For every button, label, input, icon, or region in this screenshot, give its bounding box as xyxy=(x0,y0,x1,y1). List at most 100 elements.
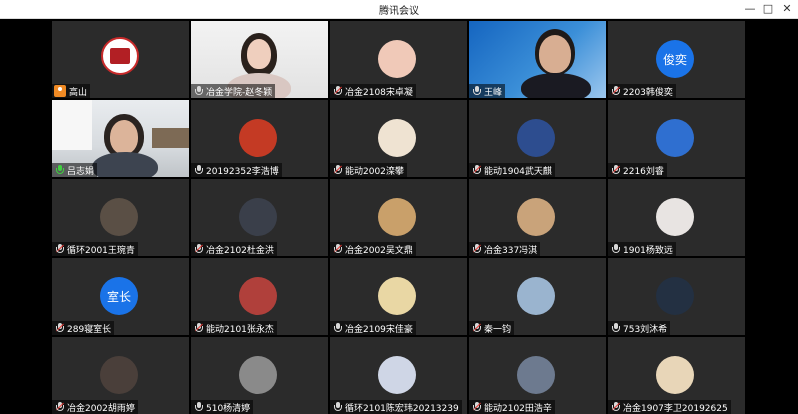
participant-tile[interactable]: 冶金2109宋佳豪 xyxy=(330,258,467,335)
participant-name-bar: 王峰 xyxy=(469,84,506,98)
participant-name-bar: 20192352李浩博 xyxy=(191,163,282,177)
avatar xyxy=(656,198,694,236)
participant-name: 能动1904武天麒 xyxy=(484,166,552,177)
avatar xyxy=(378,40,416,78)
participant-name: 冶金学院-赵冬颖 xyxy=(206,87,273,98)
participant-name-bar: 冶金2108宋卓凝 xyxy=(330,84,416,98)
participant-name-bar: 冶金2102杜金洪 xyxy=(191,242,277,256)
participant-name-bar: 吕志娟 xyxy=(52,163,98,177)
participant-name-bar: 能动2002滦攀 xyxy=(330,163,407,177)
participant-name-bar: 2216刘睿 xyxy=(608,163,667,177)
participant-tile[interactable]: 能动2101张永杰 xyxy=(191,258,328,335)
participant-name-bar: 冶金2002吴文鼎 xyxy=(330,242,416,256)
maximize-button[interactable]: □ xyxy=(758,1,778,17)
participant-tile[interactable]: 王峰 xyxy=(469,21,606,98)
participant-name: 吕志娟 xyxy=(67,166,95,177)
mic-muted-icon xyxy=(472,323,482,333)
university-logo-icon xyxy=(101,37,139,75)
participant-name: 753刘沐希 xyxy=(623,324,668,335)
participant-tile[interactable]: 1901杨致远 xyxy=(608,179,745,256)
mic-icon xyxy=(333,323,343,333)
mic-muted-icon xyxy=(333,86,343,96)
participant-name-bar: 2203韩俊奕 xyxy=(608,84,676,98)
participant-name-bar: 冶金学院-赵冬颖 xyxy=(191,84,276,98)
participant-tile[interactable]: 冶金2002吴文鼎 xyxy=(330,179,467,256)
mic-icon xyxy=(472,86,482,96)
school-watermark xyxy=(477,25,527,35)
mic-muted-icon xyxy=(55,402,65,412)
participant-name-bar: 冶金2109宋佳豪 xyxy=(330,321,416,335)
mic-muted-icon xyxy=(55,244,65,254)
avatar xyxy=(239,277,277,315)
avatar xyxy=(239,356,277,394)
minimize-button[interactable]: — xyxy=(740,1,760,17)
mic-muted-icon xyxy=(611,402,621,412)
participant-name: 冶金337冯淇 xyxy=(484,245,538,256)
avatar xyxy=(378,198,416,236)
participant-tile[interactable]: 510杨清婷 xyxy=(191,337,328,414)
avatar xyxy=(517,277,555,315)
participant-tile[interactable]: 20192352李浩博 xyxy=(191,100,328,177)
mic-icon xyxy=(194,165,204,175)
participant-tile[interactable]: 循环2101陈宏玮20213239 xyxy=(330,337,467,414)
participant-tile[interactable]: 冶金2102杜金洪 xyxy=(191,179,328,256)
participant-tile[interactable]: 秦一钧 xyxy=(469,258,606,335)
participant-name: 能动2101张永杰 xyxy=(206,324,274,335)
participant-tile[interactable]: 2216刘睿 xyxy=(608,100,745,177)
participant-name: 冶金2108宋卓凝 xyxy=(345,87,413,98)
mic-muted-icon xyxy=(194,323,204,333)
participant-name: 1901杨致远 xyxy=(623,245,673,256)
meeting-view: 高山 冶金学院-赵冬颖 冶金2108宋卓凝 王峰 俊奕 2203韩俊奕吕志娟 2019235… xyxy=(0,19,798,414)
participant-name: 秦一钧 xyxy=(484,324,512,335)
avatar xyxy=(656,356,694,394)
left-margin xyxy=(0,19,52,412)
participant-tile[interactable]: 吕志娟 xyxy=(52,100,189,177)
participant-tile[interactable]: 室长 289寝室长 xyxy=(52,258,189,335)
participant-tile[interactable]: 753刘沐希 xyxy=(608,258,745,335)
mic-muted-icon xyxy=(472,402,482,412)
participant-tile[interactable]: 能动2002滦攀 xyxy=(330,100,467,177)
participant-tile[interactable]: 冶金2108宋卓凝 xyxy=(330,21,467,98)
participant-name: 高山 xyxy=(69,87,88,98)
mic-muted-icon xyxy=(194,244,204,254)
participant-name: 王峰 xyxy=(484,87,503,98)
participant-name: 2203韩俊奕 xyxy=(623,87,673,98)
mic-muted-icon xyxy=(333,165,343,175)
participant-tile[interactable]: 冶金1907李卫20192625 xyxy=(608,337,745,414)
mic-icon xyxy=(611,244,621,254)
participant-name: 冶金2002吴文鼎 xyxy=(345,245,413,256)
avatar xyxy=(239,198,277,236)
window-title: 腾讯会议 xyxy=(379,6,419,17)
participant-tile[interactable]: 冶金337冯淇 xyxy=(469,179,606,256)
participant-tile[interactable]: 能动2102田浩辛 xyxy=(469,337,606,414)
participant-tile[interactable]: 冶金学院-赵冬颖 xyxy=(191,21,328,98)
avatar xyxy=(656,277,694,315)
participant-tile[interactable]: 高山 xyxy=(52,21,189,98)
avatar xyxy=(378,356,416,394)
mic-muted-icon xyxy=(55,323,65,333)
participant-name: 冶金2109宋佳豪 xyxy=(345,324,413,335)
participant-name-bar: 循环2001王琬青 xyxy=(52,242,138,256)
participant-grid: 高山 冶金学院-赵冬颖 冶金2108宋卓凝 王峰 俊奕 2203韩俊奕吕志娟 2019235… xyxy=(52,19,746,414)
participant-name-bar: 753刘沐希 xyxy=(608,321,671,335)
mic-muted-icon xyxy=(611,86,621,96)
participant-name: 289寝室长 xyxy=(67,324,112,335)
participant-name-bar: 高山 xyxy=(52,84,91,98)
participant-tile[interactable]: 俊奕 2203韩俊奕 xyxy=(608,21,745,98)
close-button[interactable]: ✕ xyxy=(777,1,797,17)
participant-name: 循环2001王琬青 xyxy=(67,245,135,256)
mic-muted-icon xyxy=(472,165,482,175)
avatar xyxy=(656,119,694,157)
participant-tile[interactable]: 循环2001王琬青 xyxy=(52,179,189,256)
participant-tile[interactable]: 冶金2002胡雨婷 xyxy=(52,337,189,414)
title-bar: 腾讯会议 — □ ✕ xyxy=(0,0,798,19)
mic-icon xyxy=(611,323,621,333)
avatar xyxy=(378,119,416,157)
participant-name: 能动2002滦攀 xyxy=(345,166,404,177)
participant-tile[interactable]: 能动1904武天麒 xyxy=(469,100,606,177)
participant-name-bar: 1901杨致远 xyxy=(608,242,676,256)
participant-name-bar: 冶金337冯淇 xyxy=(469,242,541,256)
mic-muted-icon xyxy=(333,244,343,254)
mic-muted-icon xyxy=(611,165,621,175)
participant-name: 20192352李浩博 xyxy=(206,166,279,177)
